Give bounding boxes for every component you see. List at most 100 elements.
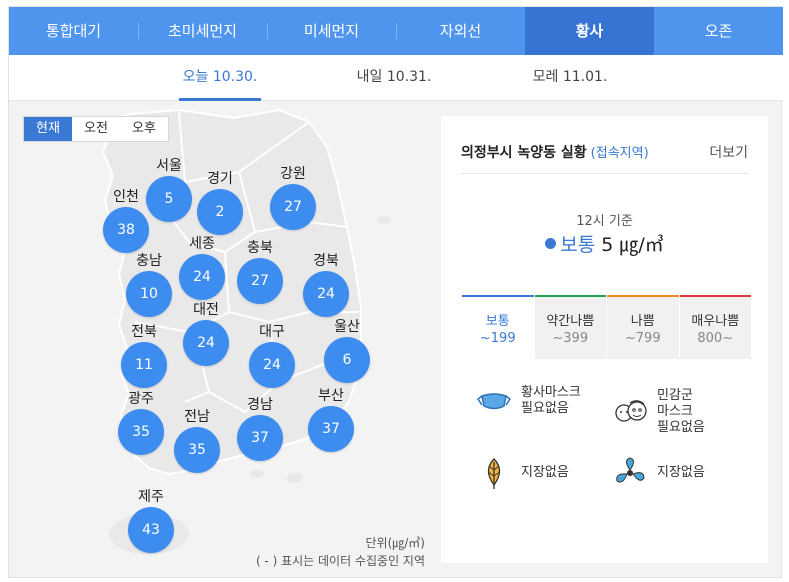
time-tab-now[interactable]: 현재 <box>24 117 72 141</box>
city-busan: 부산 37 <box>301 386 361 452</box>
city-name: 충북 <box>247 240 273 256</box>
city-gyeonggi: 경기 2 <box>190 169 250 235</box>
city-name: 전남 <box>184 409 210 425</box>
advice-text: 황사마스크 필요없음 <box>521 385 581 416</box>
date-today[interactable]: 오늘 10.30. <box>179 55 261 101</box>
sensitive-group-icon <box>615 400 647 422</box>
city-name: 세종 <box>189 236 215 252</box>
time-tab-afternoon[interactable]: 오후 <box>120 117 168 141</box>
tab-ultrafine-dust[interactable]: 초미세먼지 <box>138 7 267 55</box>
city-value-bubble[interactable]: 37 <box>308 406 354 452</box>
time-tab-morning[interactable]: 오전 <box>72 117 120 141</box>
grade-name: 보통 <box>485 314 510 329</box>
tab-ozone[interactable]: 오존 <box>654 7 783 55</box>
city-name: 경남 <box>247 397 273 413</box>
panel-header: 의정부시 녹양동 실황 (접속지역) 더보기 <box>461 142 748 174</box>
city-value-bubble[interactable]: 24 <box>249 342 295 388</box>
unit-note: 단위(㎍/㎥) ( - ) 표시는 데이터 수집중인 지역 <box>256 534 425 570</box>
category-tabs: 통합대기 초미세먼지 미세먼지 자외선 황사 오존 <box>9 7 783 55</box>
city-name: 경북 <box>313 253 339 269</box>
city-name: 울산 <box>334 319 360 335</box>
grade-name: 매우나쁨 <box>691 314 740 329</box>
grade-normal: 보통 ~199 <box>462 295 534 359</box>
city-value-bubble[interactable]: 38 <box>103 207 149 253</box>
city-jeonbuk: 전북 11 <box>114 322 174 388</box>
grade-range: ~199 <box>479 331 516 346</box>
unit-label: 단위(㎍/㎥) <box>365 536 426 550</box>
grade-range: 800~ <box>697 331 734 346</box>
advice-mask: 황사마스크 필요없음 <box>477 384 581 418</box>
city-name: 충남 <box>136 253 162 269</box>
city-value-bubble[interactable]: 35 <box>174 427 220 473</box>
grade-scale: 보통 ~199 약간나쁨 ~399 나쁨 ~799 매우나쁨 800~ <box>462 295 751 359</box>
city-value-bubble[interactable]: 6 <box>324 337 370 383</box>
date-selector: 오늘 10.30. 내일 10.31. 모레 11.01. <box>9 55 783 101</box>
city-name: 경기 <box>207 171 233 187</box>
city-name: 광주 <box>128 391 154 407</box>
dust-widget: 통합대기 초미세먼지 미세먼지 자외선 황사 오존 오늘 10.30. 내일 1… <box>8 6 783 579</box>
city-value-bubble[interactable]: 37 <box>237 415 283 461</box>
more-link[interactable]: 더보기 <box>709 142 748 162</box>
tab-uv[interactable]: 자외선 <box>396 7 525 55</box>
tab-integrated-air[interactable]: 통합대기 <box>9 7 138 55</box>
current-status: 보통 5 ㎍/㎥ <box>441 230 768 257</box>
grade-name: 약간나쁨 <box>546 314 595 329</box>
city-ulsan: 울산 6 <box>317 317 377 383</box>
grade-very-bad: 매우나쁨 800~ <box>679 295 751 359</box>
advice-text: 지장없음 <box>521 465 569 480</box>
time-tabs: 현재 오전 오후 <box>23 116 169 142</box>
city-value-bubble[interactable]: 43 <box>128 507 174 553</box>
city-name: 대전 <box>193 302 219 318</box>
city-value-bubble[interactable]: 24 <box>179 254 225 300</box>
city-value-bubble[interactable]: 35 <box>118 409 164 455</box>
mask-icon <box>477 393 511 410</box>
city-value-bubble[interactable]: 24 <box>183 320 229 366</box>
location-status-panel: 의정부시 녹양동 실황 (접속지역) 더보기 12시 기준 보통 5 ㎍/㎥ 보통… <box>441 116 768 563</box>
city-value-bubble[interactable]: 27 <box>270 184 316 230</box>
date-day-after[interactable]: 모레 11.01. <box>527 55 613 101</box>
status-value: 5 ㎍/㎥ <box>601 234 664 256</box>
grade-range: ~799 <box>624 331 661 346</box>
city-sejong: 세종 24 <box>172 234 232 300</box>
city-value-bubble[interactable]: 10 <box>126 271 172 317</box>
status-grade: 보통 <box>560 234 596 256</box>
grade-name: 나쁨 <box>630 314 655 329</box>
location-sub: (접속지역) <box>590 146 649 161</box>
city-value-bubble[interactable]: 11 <box>121 342 167 388</box>
city-daegu: 대구 24 <box>242 322 302 388</box>
advice-sensitive-group: 민감군 마스크 필요없음 <box>613 388 705 436</box>
measurement-time: 12시 기준 <box>576 214 633 229</box>
city-incheon: 인천 38 <box>96 187 156 253</box>
leaf-icon <box>487 458 501 489</box>
advice-outdoor: 지장없음 <box>477 456 569 490</box>
city-chungbuk: 충북 27 <box>230 238 290 304</box>
city-name: 부산 <box>318 388 344 404</box>
city-gyeongbuk: 경북 24 <box>296 251 356 317</box>
tab-fine-dust[interactable]: 미세먼지 <box>267 7 396 55</box>
city-name: 대구 <box>259 324 285 340</box>
city-value-bubble[interactable]: 2 <box>197 189 243 235</box>
location-title: 의정부시 녹양동 실황 <box>461 145 587 161</box>
city-daejeon: 대전 24 <box>176 300 236 366</box>
city-jeonnam: 전남 35 <box>167 407 227 473</box>
city-gyeongnam: 경남 37 <box>230 395 290 461</box>
advice-text: 민감군 마스크 필요없음 <box>657 388 705 435</box>
city-name: 인천 <box>113 189 139 205</box>
city-name: 전북 <box>131 324 157 340</box>
city-chungnam: 충남 10 <box>119 251 179 317</box>
city-gangwon: 강원 27 <box>263 164 323 230</box>
korea-map-area: 현재 오전 오후 서울 5 경기 2 강원 27 인천 38 충남 10 세종 … <box>9 102 439 579</box>
city-value-bubble[interactable]: 24 <box>303 271 349 317</box>
date-tomorrow[interactable]: 내일 10.31. <box>353 55 435 101</box>
advice-ventilation: 지장없음 <box>613 456 705 490</box>
tab-yellow-dust[interactable]: 황사 <box>525 7 654 55</box>
city-gwangju: 광주 35 <box>111 389 171 455</box>
city-name: 강원 <box>280 166 306 182</box>
city-value-bubble[interactable]: 27 <box>237 258 283 304</box>
status-dot-icon <box>545 238 557 249</box>
fan-icon <box>616 457 645 483</box>
grade-range: ~399 <box>552 331 589 346</box>
advice-text: 지장없음 <box>657 465 705 480</box>
grade-slightly-bad: 약간나쁨 ~399 <box>534 295 606 359</box>
missing-data-legend: ( - ) 표시는 데이터 수집중인 지역 <box>255 554 425 568</box>
